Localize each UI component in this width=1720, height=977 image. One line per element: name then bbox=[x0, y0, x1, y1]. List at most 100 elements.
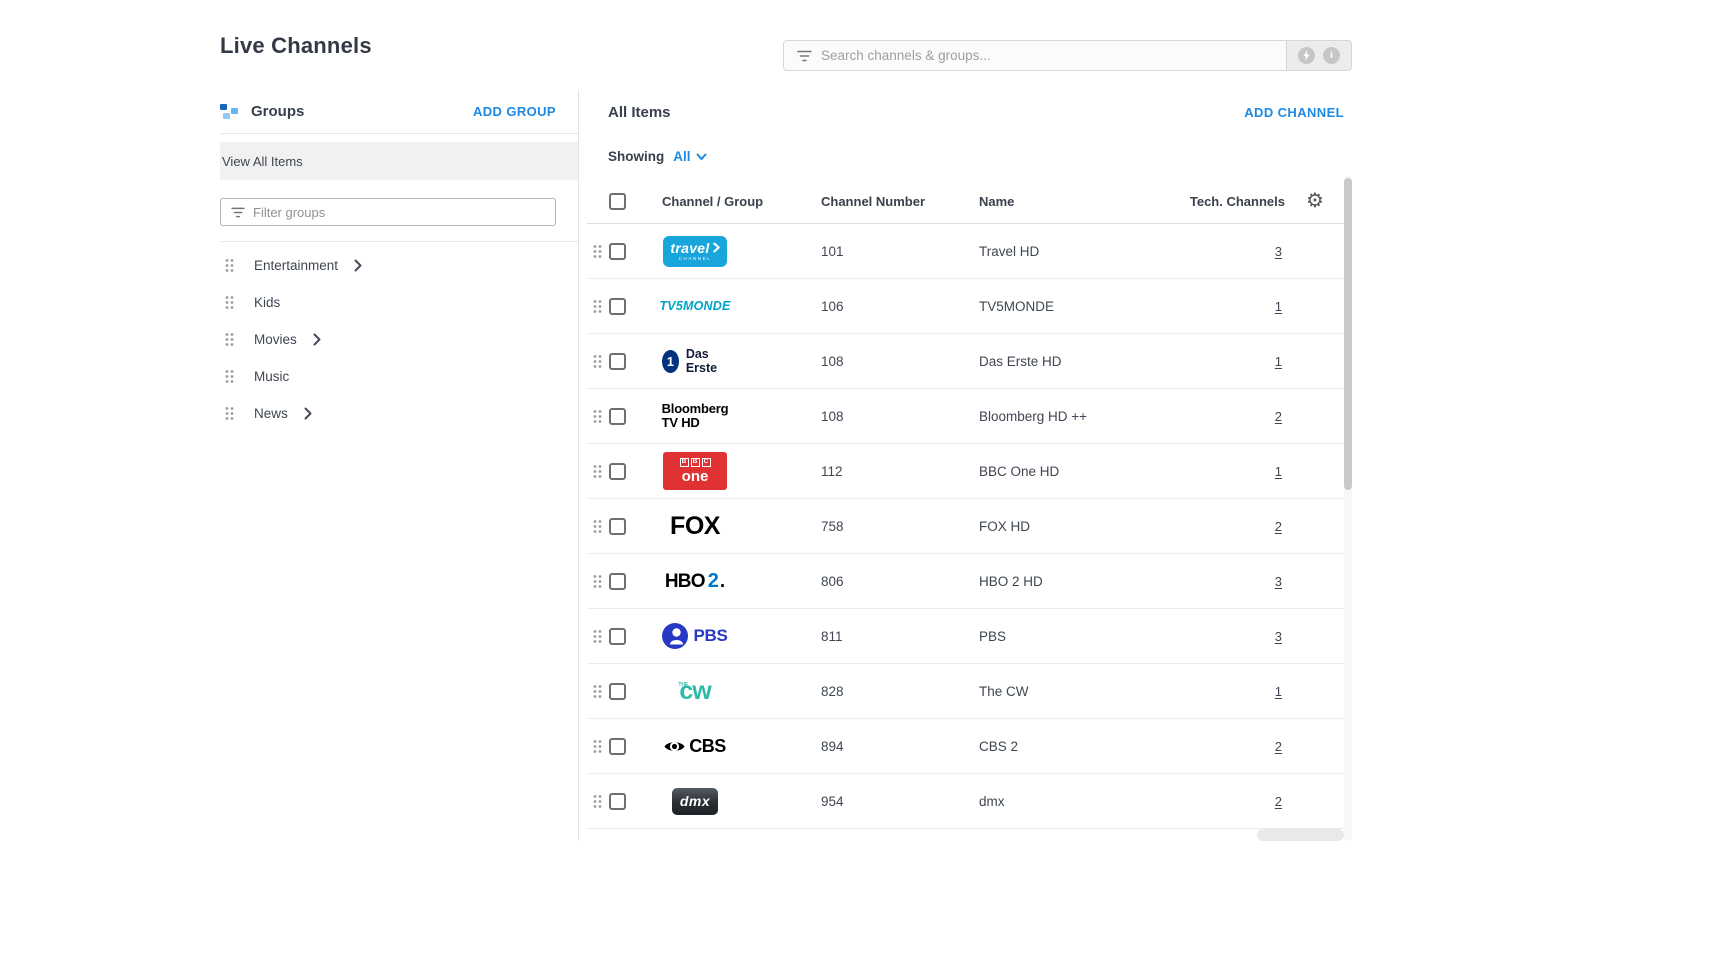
channel-number: 811 bbox=[815, 629, 975, 644]
table-row[interactable]: FOX 758 FOX HD 2 bbox=[587, 499, 1345, 554]
sidebar-title: Groups bbox=[251, 103, 304, 120]
tech-channels-link[interactable]: 3 bbox=[1275, 629, 1285, 644]
channel-number: 954 bbox=[815, 794, 975, 809]
drag-handle-icon[interactable] bbox=[587, 409, 609, 424]
drag-handle-icon[interactable] bbox=[225, 369, 234, 384]
das-erste-logo: 1 Das Erste bbox=[662, 347, 728, 375]
row-checkbox[interactable] bbox=[609, 353, 626, 370]
bloomberg-tv-hd-logo: Bloomberg TV HD bbox=[662, 402, 729, 431]
row-checkbox[interactable] bbox=[609, 298, 626, 315]
tech-channels-link[interactable]: 1 bbox=[1275, 684, 1285, 699]
table-row[interactable]: CBS 894 CBS 2 2 bbox=[587, 719, 1345, 774]
search-input[interactable] bbox=[821, 41, 1286, 70]
row-checkbox[interactable] bbox=[609, 243, 626, 260]
group-item[interactable]: Kids bbox=[220, 284, 578, 321]
chevron-right-icon[interactable] bbox=[313, 333, 321, 346]
row-checkbox[interactable] bbox=[609, 573, 626, 590]
drag-handle-icon[interactable] bbox=[587, 684, 609, 699]
chevron-right-icon[interactable] bbox=[354, 259, 362, 272]
table-row[interactable]: THE cw 828 The CW 1 bbox=[587, 664, 1345, 719]
table-row[interactable]: PBS 811 PBS 3 bbox=[587, 609, 1345, 664]
vertical-scrollbar-thumb[interactable] bbox=[1344, 178, 1352, 490]
channel-name: HBO 2 HD bbox=[975, 574, 1185, 589]
row-checkbox[interactable] bbox=[609, 408, 626, 425]
table-row[interactable]: 1 Das Erste 108 Das Erste HD 1 bbox=[587, 334, 1345, 389]
group-item[interactable]: Movies bbox=[220, 321, 578, 358]
channel-number: 806 bbox=[815, 574, 975, 589]
tech-channels-link[interactable]: 1 bbox=[1275, 464, 1285, 479]
drag-handle-icon[interactable] bbox=[225, 406, 234, 421]
row-checkbox[interactable] bbox=[609, 738, 626, 755]
tech-channels-link[interactable]: 3 bbox=[1275, 574, 1285, 589]
add-channel-button[interactable]: ADD CHANNEL bbox=[1244, 105, 1344, 120]
chevron-right-icon[interactable] bbox=[304, 407, 312, 420]
select-all-checkbox[interactable] bbox=[609, 193, 626, 210]
channel-logo: HBO 2 . bbox=[662, 570, 728, 593]
channel-number: 108 bbox=[815, 354, 975, 369]
cbs-logo: CBS bbox=[664, 736, 726, 757]
table-row[interactable]: dmx 954 dmx 2 bbox=[587, 774, 1345, 829]
group-label: Movies bbox=[254, 332, 297, 347]
flash-icon[interactable] bbox=[1298, 47, 1315, 64]
showing-filter-value: All bbox=[673, 149, 690, 164]
view-all-items[interactable]: View All Items bbox=[220, 142, 578, 180]
vertical-scrollbar[interactable] bbox=[1344, 176, 1352, 841]
drag-handle-icon[interactable] bbox=[587, 244, 609, 259]
channel-logo: travel CHANNEL bbox=[662, 236, 728, 267]
tech-channels-link[interactable]: 2 bbox=[1275, 794, 1285, 809]
the-cw-logo: THE cw bbox=[679, 679, 710, 704]
channel-logo: PBS bbox=[662, 623, 728, 649]
gear-icon[interactable]: ⚙ bbox=[1285, 191, 1345, 211]
drag-handle-icon[interactable] bbox=[587, 794, 609, 809]
drag-handle-icon[interactable] bbox=[587, 629, 609, 644]
channel-number: 108 bbox=[815, 409, 975, 424]
fox-logo: FOX bbox=[670, 512, 720, 541]
drag-handle-icon[interactable] bbox=[225, 258, 234, 273]
table-row[interactable]: travel CHANNEL 101 Travel HD 3 bbox=[587, 224, 1345, 279]
group-item[interactable]: News bbox=[220, 395, 578, 432]
channel-number: 101 bbox=[815, 244, 975, 259]
filter-groups-input[interactable] bbox=[253, 199, 555, 225]
row-checkbox[interactable] bbox=[609, 463, 626, 480]
drag-handle-icon[interactable] bbox=[587, 574, 609, 589]
drag-handle-icon[interactable] bbox=[587, 299, 609, 314]
horizontal-scrollbar-thumb[interactable] bbox=[1257, 829, 1344, 841]
group-item[interactable]: Music bbox=[220, 358, 578, 395]
tech-channels-link[interactable]: 3 bbox=[1275, 244, 1285, 259]
row-checkbox[interactable] bbox=[609, 628, 626, 645]
filter-icon bbox=[784, 50, 821, 62]
table-row[interactable]: B B C one 112 BBC One HD 1 bbox=[587, 444, 1345, 499]
info-icon[interactable]: i bbox=[1323, 47, 1340, 64]
tech-channels-link[interactable]: 2 bbox=[1275, 409, 1285, 424]
tech-channels-link[interactable]: 2 bbox=[1275, 739, 1285, 754]
tech-channels-link[interactable]: 1 bbox=[1275, 354, 1285, 369]
drag-handle-icon[interactable] bbox=[587, 519, 609, 534]
channel-name: BBC One HD bbox=[975, 464, 1185, 479]
row-checkbox[interactable] bbox=[609, 683, 626, 700]
cbs-eye-icon bbox=[664, 740, 685, 753]
channel-name: Bloomberg HD ++ bbox=[975, 409, 1185, 424]
tech-channels-link[interactable]: 2 bbox=[1275, 519, 1285, 534]
channel-logo: THE cw bbox=[662, 679, 728, 704]
group-item[interactable]: Entertainment bbox=[220, 247, 578, 284]
channel-number: 894 bbox=[815, 739, 975, 754]
add-group-button[interactable]: ADD GROUP bbox=[473, 104, 556, 119]
table-row[interactable]: Bloomberg TV HD 108 Bloomberg HD ++ 2 bbox=[587, 389, 1345, 444]
table-row[interactable]: TV5MONDE 106 TV5MONDE 1 bbox=[587, 279, 1345, 334]
tech-channels-link[interactable]: 1 bbox=[1275, 299, 1285, 314]
tv5monde-logo: TV5MONDE bbox=[659, 299, 730, 313]
row-checkbox[interactable] bbox=[609, 793, 626, 810]
row-checkbox[interactable] bbox=[609, 518, 626, 535]
drag-handle-icon[interactable] bbox=[225, 332, 234, 347]
drag-handle-icon[interactable] bbox=[587, 464, 609, 479]
drag-handle-icon[interactable] bbox=[587, 739, 609, 754]
group-label: News bbox=[254, 406, 288, 421]
showing-row: Showing All bbox=[579, 149, 1344, 164]
showing-filter-dropdown[interactable]: All bbox=[673, 149, 706, 164]
channel-number: 828 bbox=[815, 684, 975, 699]
drag-handle-icon[interactable] bbox=[225, 295, 234, 310]
showing-label: Showing bbox=[608, 149, 664, 164]
drag-handle-icon[interactable] bbox=[587, 354, 609, 369]
table-row[interactable]: HBO 2 . 806 HBO 2 HD 3 bbox=[587, 554, 1345, 609]
column-header-channel-number: Channel Number bbox=[815, 194, 975, 209]
